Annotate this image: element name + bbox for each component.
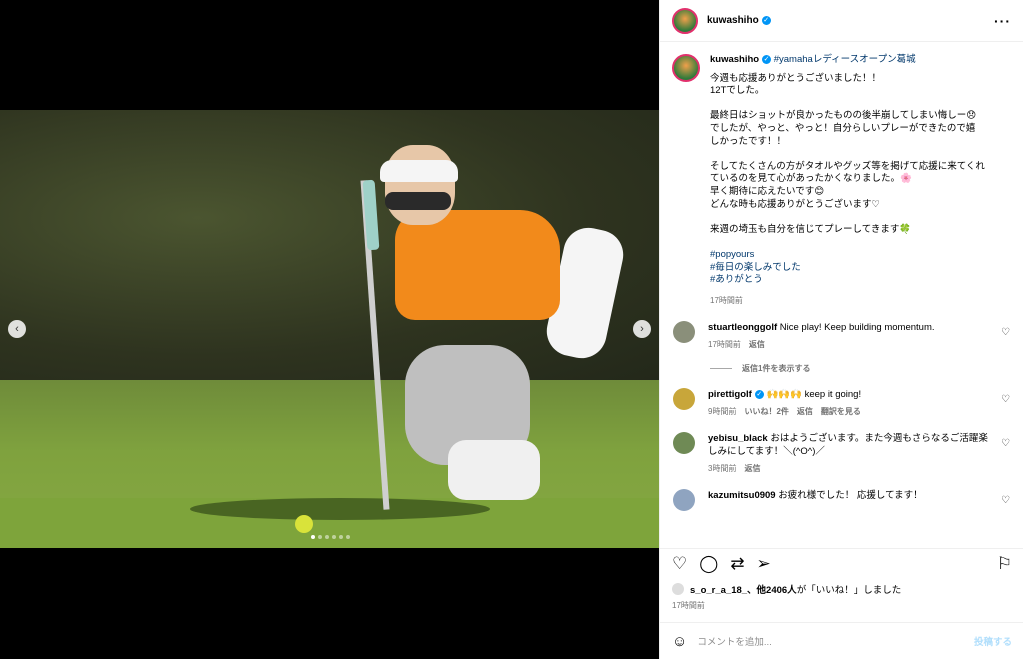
carousel-dot bbox=[338, 535, 343, 539]
carousel-dots bbox=[300, 535, 360, 541]
hashtag[interactable]: #ありがとう bbox=[710, 274, 1010, 287]
comments-scroll[interactable]: kuwashiho ✓ #yamahaレディースオープン葛城 今週も応援ありがとう… bbox=[660, 42, 1023, 548]
carousel-dot bbox=[331, 535, 336, 539]
reply-button[interactable]: 返信 bbox=[749, 338, 765, 351]
comment-text: 🙌🙌🙌 keep it going! bbox=[766, 389, 862, 401]
view-replies-label[interactable]: 返信1件を表示する bbox=[742, 363, 810, 374]
caption-line: 今週も応援ありがとうございました！！ bbox=[710, 72, 882, 84]
likes-count[interactable]: いいね！2件 bbox=[744, 405, 788, 418]
comment-icon[interactable]: ◯ bbox=[699, 554, 718, 574]
hashtag[interactable]: #popyours bbox=[710, 249, 1010, 262]
post-button[interactable]: 投稿する bbox=[974, 634, 1012, 648]
comment-text: Nice play! Keep building momentum. bbox=[779, 322, 935, 334]
carousel-dot bbox=[310, 535, 315, 539]
side-panel: kuwashiho ✓ ··· kuwashiho ✓ #yamahaレディースオ… bbox=[659, 0, 1023, 659]
golfer-shoes bbox=[448, 440, 540, 500]
caption-line: 来週の埼玉も自分を信じてプレーしてきます🍀 bbox=[710, 223, 912, 235]
divider bbox=[710, 368, 732, 370]
caption-line: どんな時も応援ありがとうございます♡ bbox=[710, 198, 881, 210]
caption: kuwashiho ✓ #yamahaレディースオープン葛城 今週も応援ありがとう… bbox=[672, 54, 1012, 307]
post-header: kuwashiho ✓ ··· bbox=[660, 0, 1023, 42]
avatar[interactable] bbox=[673, 321, 695, 344]
caption-line: しかったです！！ bbox=[710, 135, 787, 147]
golfer-head bbox=[385, 145, 455, 225]
chevron-right-icon[interactable]: › bbox=[633, 320, 651, 338]
heart-icon[interactable]: ♡ bbox=[1001, 394, 1010, 405]
comment: yebisu_black おはようございます。また今週もさらなるご活躍楽しみにし… bbox=[672, 432, 1012, 475]
caption-username[interactable]: kuwashiho bbox=[710, 54, 759, 65]
golfer-visor bbox=[380, 160, 458, 182]
likes-summary[interactable]: s_o_r_a_18_、他2406人 が「いいね！」しました bbox=[672, 582, 901, 596]
caption-line: そしてたくさんの方がタオルやグッズ等を掲げて応援に来てくれ bbox=[710, 160, 985, 172]
caption-line: 最終日はショットが良かったものの後半崩してしまい悔しー😞 bbox=[710, 110, 977, 122]
verified-icon: ✓ bbox=[754, 390, 764, 400]
caption-line: 12Tでした。 bbox=[710, 85, 765, 97]
chevron-left-icon[interactable]: ‹ bbox=[8, 320, 26, 338]
share-icon[interactable]: ⇄ bbox=[730, 554, 744, 574]
heart-icon[interactable]: ♡ bbox=[672, 554, 687, 574]
comment: kazumitsu0909 お疲れ様でした！ 応援してます！ ♡ bbox=[672, 489, 1012, 512]
avatar[interactable] bbox=[672, 7, 698, 34]
view-replies[interactable]: 返信1件を表示する bbox=[710, 363, 1012, 374]
avatar bbox=[672, 583, 684, 595]
post-photo[interactable] bbox=[0, 110, 659, 548]
avatar[interactable] bbox=[673, 432, 695, 455]
caption-line: でしたが、やっと、やっと！自分らしいプレーができたので嬉 bbox=[710, 122, 976, 134]
avatar[interactable] bbox=[673, 489, 695, 512]
header-username[interactable]: kuwashiho bbox=[707, 15, 759, 26]
comment-time: 3時間前 bbox=[708, 464, 737, 474]
comment-composer: ☺ コメントを追加... 投稿する bbox=[660, 622, 1023, 659]
post-time: 17時間前 bbox=[672, 601, 705, 610]
photo-shadow bbox=[190, 498, 490, 520]
action-bar: ♡ ◯ ⇄ ➢ ⚐ bbox=[660, 548, 1023, 578]
golfer-glasses bbox=[385, 192, 451, 210]
golfer-body bbox=[395, 210, 560, 320]
carousel-dot bbox=[324, 535, 329, 539]
comment-input[interactable]: コメントを追加... bbox=[697, 634, 771, 648]
verified-icon: ✓ bbox=[761, 16, 771, 25]
comment-username[interactable]: kazumitsu0909 bbox=[708, 490, 776, 501]
comment-username[interactable]: stuartleonggolf bbox=[708, 322, 777, 333]
comment: pirettigolf ✓ 🙌🙌🙌 keep it going! 9時間前 いいね… bbox=[672, 388, 1012, 418]
heart-icon[interactable]: ♡ bbox=[1001, 495, 1010, 506]
likes-users[interactable]: s_o_r_a_18_、他2406人 bbox=[690, 582, 797, 596]
heart-icon[interactable]: ♡ bbox=[1001, 438, 1010, 449]
comment-text: お疲れ様でした！ 応援してます！ bbox=[778, 490, 923, 502]
caption-time: 17時間前 bbox=[710, 295, 743, 305]
avatar[interactable] bbox=[672, 54, 700, 82]
send-icon[interactable]: ➢ bbox=[757, 554, 771, 574]
comment-time: 17時間前 bbox=[708, 340, 741, 350]
likes-suffix: が「いいね！」しました bbox=[796, 585, 902, 596]
bookmark-icon[interactable]: ⚐ bbox=[997, 554, 1012, 574]
hashtag[interactable]: #毎日の楽しみでした bbox=[710, 262, 1010, 275]
more-icon[interactable]: ··· bbox=[994, 13, 1011, 29]
reply-button[interactable]: 返信 bbox=[797, 405, 813, 418]
reply-button[interactable]: 返信 bbox=[744, 462, 760, 475]
carousel-dot bbox=[345, 535, 350, 539]
caption-line: 早く期待に応えたいです😊 bbox=[710, 185, 825, 197]
carousel-dot bbox=[317, 535, 322, 539]
translate-button[interactable]: 翻訳を見る bbox=[821, 405, 861, 418]
emoji-icon[interactable]: ☺ bbox=[672, 633, 687, 650]
heart-icon[interactable]: ♡ bbox=[1001, 327, 1010, 338]
golf-ball bbox=[295, 515, 313, 533]
location-hashtag[interactable]: #yamahaレディースオープン葛城 bbox=[774, 54, 916, 65]
media-pane: ‹ › bbox=[0, 0, 659, 659]
caption-line: ているのを見て心があったかくなりました。🌸 bbox=[710, 173, 912, 185]
avatar[interactable] bbox=[673, 388, 695, 411]
comment-time: 9時間前 bbox=[708, 407, 737, 417]
comment-username[interactable]: yebisu_black bbox=[708, 433, 768, 444]
comment-username[interactable]: pirettigolf bbox=[708, 389, 752, 400]
verified-icon: ✓ bbox=[762, 54, 772, 64]
comment: stuartleonggolf Nice play! Keep building… bbox=[672, 321, 1012, 351]
